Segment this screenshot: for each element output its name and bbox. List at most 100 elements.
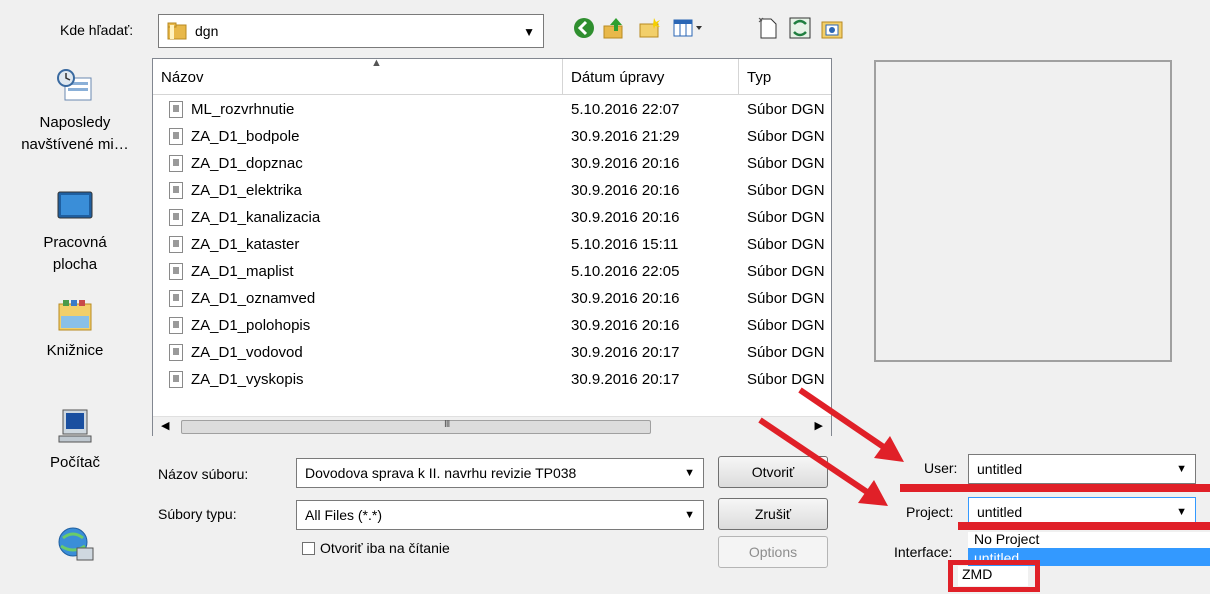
file-date: 5.10.2016 22:05: [571, 263, 680, 280]
file-date: 30.9.2016 20:16: [571, 317, 680, 334]
up-folder-icon[interactable]: [602, 16, 626, 40]
file-type: Súbor DGN: [747, 101, 825, 118]
chevron-down-icon: ▼: [684, 467, 695, 479]
cancel-button[interactable]: Zrušiť: [718, 498, 828, 530]
file-name: ZA_D1_dopznac: [191, 155, 303, 172]
file-row[interactable]: ZA_D1_elektrika 30.9.2016 20:16 Súbor DGN: [153, 178, 831, 205]
file-row[interactable]: ZA_D1_kataster 5.10.2016 15:11 Súbor DGN: [153, 232, 831, 259]
chevron-down-icon: ▼: [1176, 463, 1187, 475]
file-date: 30.9.2016 20:16: [571, 182, 680, 199]
dgn-file-icon: [169, 263, 183, 280]
chevron-down-icon: ▼: [1176, 506, 1187, 518]
filetype-combo[interactable]: All Files (*.*) ▼: [296, 500, 704, 530]
file-name: ZA_D1_polohopis: [191, 317, 311, 334]
file-name: ZA_D1_oznamved: [191, 290, 316, 307]
new-folder-icon[interactable]: [638, 16, 662, 40]
star-folder-icon[interactable]: [820, 16, 844, 40]
network-icon: [58, 527, 94, 561]
chevron-down-icon: ▼: [523, 25, 535, 39]
file-date: 30.9.2016 20:16: [571, 209, 680, 226]
file-date: 30.9.2016 20:16: [571, 290, 680, 307]
file-type: Súbor DGN: [747, 371, 825, 388]
file-row[interactable]: ZA_D1_vodovod 30.9.2016 20:17 Súbor DGN: [153, 340, 831, 367]
filetype-label: Súbory typu:: [158, 506, 237, 522]
project-value: untitled: [977, 504, 1023, 520]
file-row[interactable]: ZA_D1_kanalizacia 30.9.2016 20:16 Súbor DG…: [153, 205, 831, 232]
annotation-highlight-bar: [900, 484, 1210, 492]
horizontal-scrollbar[interactable]: ◀ III ▶: [153, 416, 831, 437]
file-type: Súbor DGN: [747, 155, 825, 172]
look-in-combo[interactable]: dgn ▼: [158, 14, 544, 48]
file-row[interactable]: ZA_D1_dopznac 30.9.2016 20:16 Súbor DGN: [153, 151, 831, 178]
interface-label: Interface:: [894, 544, 953, 560]
file-name: ZA_D1_kanalizacia: [191, 209, 321, 226]
file-row[interactable]: ZA_D1_maplist 5.10.2016 22:05 Súbor DGN: [153, 259, 831, 286]
file-date: 30.9.2016 20:17: [571, 344, 680, 361]
place-network[interactable]: [0, 526, 150, 570]
scroll-right-icon[interactable]: ▶: [815, 419, 823, 432]
column-header-name[interactable]: ▲ Názov: [153, 59, 563, 95]
user-value: untitled: [977, 461, 1023, 477]
file-type: Súbor DGN: [747, 209, 825, 226]
place-libraries[interactable]: Knižnice: [0, 296, 150, 362]
place-recent[interactable]: Naposledy navštívené mi…: [0, 68, 150, 156]
file-row[interactable]: ZA_D1_bodpole 30.9.2016 21:29 Súbor DGN: [153, 124, 831, 151]
scroll-grip: III: [444, 419, 450, 430]
preview-panel: [874, 60, 1172, 362]
file-row[interactable]: ZA_D1_polohopis 30.9.2016 20:16 Súbor DGN: [153, 313, 831, 340]
view-menu-icon[interactable]: [672, 16, 706, 40]
annotation-arrowhead: [874, 436, 904, 462]
refresh-icon[interactable]: [788, 16, 812, 40]
annotation-highlight-box: [948, 560, 1040, 592]
user-combo[interactable]: untitled ▼: [968, 454, 1196, 484]
annotation-highlight-bar: [958, 522, 1210, 530]
file-name: ZA_D1_vyskopis: [191, 371, 304, 388]
scroll-left-icon[interactable]: ◀: [161, 419, 169, 432]
column-header-date[interactable]: Dátum úpravy: [563, 59, 739, 95]
file-row[interactable]: ZA_D1_oznamved 30.9.2016 20:16 Súbor DGN: [153, 286, 831, 313]
user-label: User:: [924, 460, 958, 476]
look-in-value: dgn: [195, 23, 219, 39]
dgn-file-icon: [169, 209, 183, 226]
file-name: ZA_D1_vodovod: [191, 344, 303, 361]
dropdown-option-no-project[interactable]: No Project: [974, 532, 1039, 547]
dgn-file-icon: [169, 155, 183, 172]
place-computer-label: Počítač: [49, 454, 101, 471]
dgn-file-icon: [169, 371, 183, 388]
look-in-label: Kde hľadať:: [60, 22, 134, 38]
place-desktop[interactable]: Pracovná plocha: [0, 188, 150, 276]
column-header-type[interactable]: Typ: [739, 59, 831, 95]
annotation-arrowhead: [858, 480, 888, 506]
sort-ascending-icon: ▲: [371, 58, 382, 69]
file-list[interactable]: ▲ Názov Dátum úpravy Typ ML_rozvrhnutie 5…: [152, 58, 832, 436]
filetype-value: All Files (*.*): [305, 507, 383, 523]
open-button[interactable]: Otvoriť: [718, 456, 828, 488]
file-row[interactable]: ML_rozvrhnutie 5.10.2016 22:07 Súbor DGN: [153, 97, 831, 124]
file-type: Súbor DGN: [747, 290, 825, 307]
dgn-file-icon: [169, 317, 183, 334]
readonly-checkbox[interactable]: [302, 542, 315, 555]
filename-label: Názov súboru:: [158, 466, 249, 482]
file-row[interactable]: ZA_D1_vyskopis 30.9.2016 20:17 Súbor DGN: [153, 367, 831, 394]
back-icon[interactable]: [572, 16, 596, 40]
dgn-file-icon: [169, 236, 183, 253]
file-type: Súbor DGN: [747, 182, 825, 199]
place-desktop-label: Pracovná plocha: [43, 234, 107, 273]
file-date: 30.9.2016 20:17: [571, 371, 680, 388]
dgn-file-icon: [169, 344, 183, 361]
readonly-label: Otvoriť iba na čítanie: [320, 540, 450, 556]
libraries-icon: [58, 300, 92, 331]
place-computer[interactable]: Počítač: [0, 408, 150, 474]
recent-places-icon: [57, 69, 92, 101]
new-file-icon[interactable]: [756, 16, 780, 40]
options-button[interactable]: Options: [718, 536, 828, 568]
file-name: ZA_D1_elektrika: [191, 182, 302, 199]
file-type: Súbor DGN: [747, 344, 825, 361]
dgn-file-icon: [169, 101, 183, 118]
place-recent-label: Naposledy navštívené mi…: [21, 114, 129, 153]
scroll-thumb[interactable]: III: [181, 419, 651, 434]
filename-combo[interactable]: Dovodova sprava k II. navrhu revizie TP0…: [296, 458, 704, 488]
place-libraries-label: Knižnice: [46, 342, 104, 359]
folder-icon: [167, 22, 187, 40]
file-date: 30.9.2016 20:16: [571, 155, 680, 172]
